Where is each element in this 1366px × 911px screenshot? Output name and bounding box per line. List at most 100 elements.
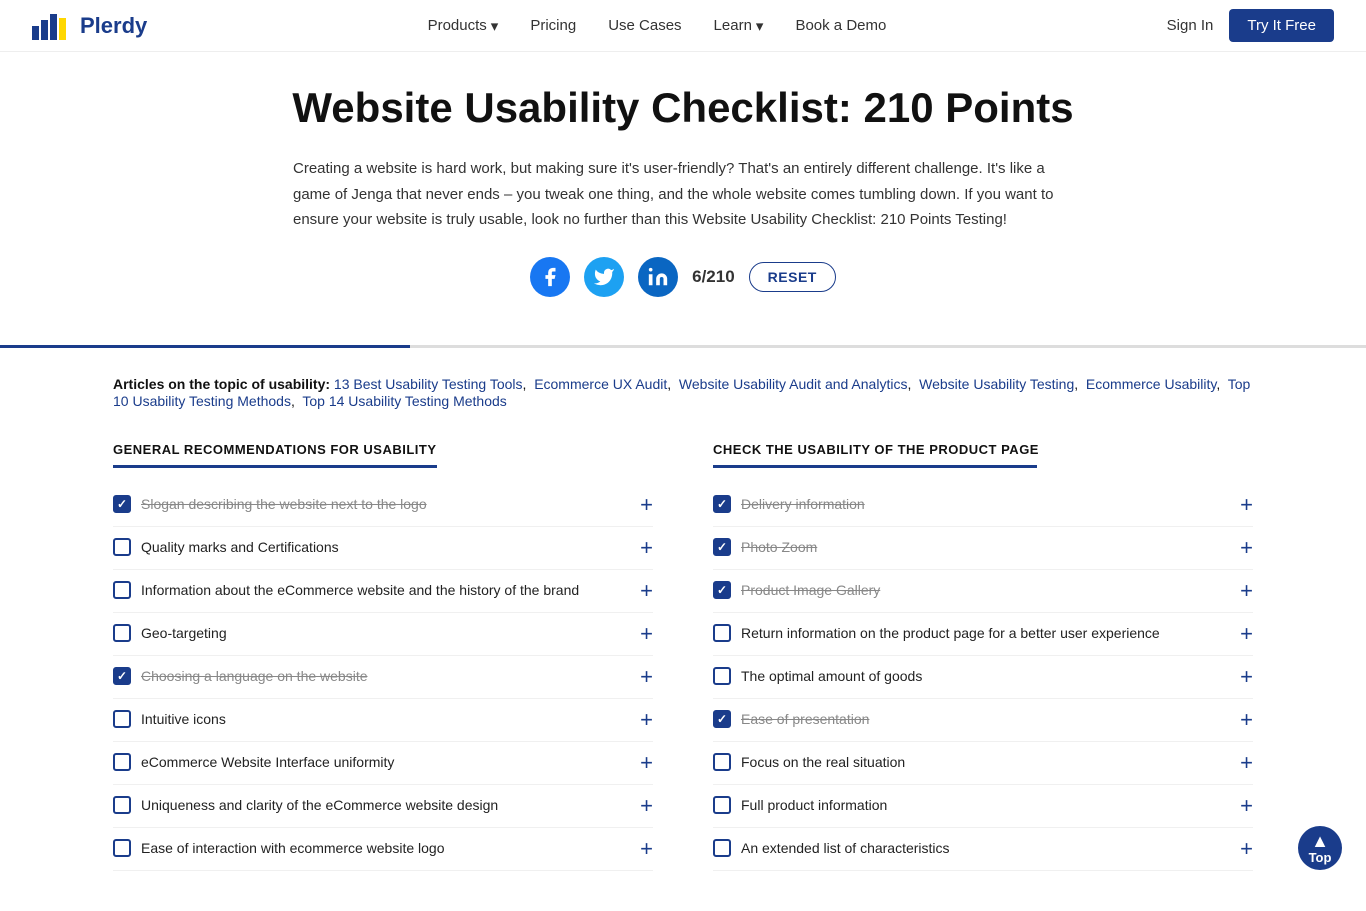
checkbox[interactable] [713,624,731,642]
right-checklist-underline [713,465,1037,468]
item-text: Information about the eCommerce website … [141,580,579,601]
list-item: Uniqueness and clarity of the eCommerce … [113,785,653,828]
list-item: Intuitive icons + [113,699,653,742]
linkedin-icon [647,266,669,288]
expand-button[interactable]: + [640,580,653,602]
checkbox[interactable] [113,495,131,513]
checkbox[interactable] [113,839,131,857]
checkbox[interactable] [713,796,731,814]
left-checklist-underline [113,465,437,468]
checklists-container: GENERAL RECOMMENDATIONS FOR USABILITY Sl… [33,422,1333,911]
item-text: Ease of presentation [741,709,869,730]
checkbox[interactable] [713,753,731,771]
expand-button[interactable]: + [1240,623,1253,645]
progress-counter: 6/210 [692,267,735,287]
list-item: Geo-targeting + [113,613,653,656]
item-text: Intuitive icons [141,709,226,730]
articles-section: Articles on the topic of usability: 13 B… [33,348,1333,422]
item-text: Ease of interaction with ecommerce websi… [141,838,444,859]
expand-button[interactable]: + [640,752,653,774]
list-item: Ease of interaction with ecommerce websi… [113,828,653,871]
nav-use-cases[interactable]: Use Cases [608,17,681,34]
twitter-share-button[interactable] [584,257,624,297]
navbar: Plerdy Products ▾ Pricing Use Cases Lear… [0,0,1366,52]
checkbox[interactable] [113,667,131,685]
item-text: Choosing a language on the website [141,666,368,687]
item-text: Product Image Gallery [741,580,880,601]
checkbox[interactable] [713,495,731,513]
logo[interactable]: Plerdy [32,12,147,40]
nav-products[interactable]: Products ▾ [428,17,499,35]
item-text: An extended list of characteristics [741,838,950,859]
expand-button[interactable]: + [640,494,653,516]
sign-in-link[interactable]: Sign In [1167,17,1214,34]
checkbox[interactable] [713,581,731,599]
logo-text: Plerdy [80,13,147,39]
nav-pricing[interactable]: Pricing [530,17,576,34]
article-link-1[interactable]: Ecommerce UX Audit [534,376,667,392]
checkbox[interactable] [713,538,731,556]
right-checklist-title: CHECK THE USABILITY OF THE PRODUCT PAGE [713,442,1253,457]
expand-button[interactable]: + [1240,580,1253,602]
reset-button[interactable]: RESET [749,262,836,292]
checkbox[interactable] [713,667,731,685]
chevron-down-icon: ▾ [756,17,764,35]
list-item: The optimal amount of goods + [713,656,1253,699]
checkbox[interactable] [113,581,131,599]
expand-button[interactable]: + [640,838,653,860]
checkbox[interactable] [113,796,131,814]
left-checklist-title: GENERAL RECOMMENDATIONS FOR USABILITY [113,442,653,457]
article-link-0[interactable]: 13 Best Usability Testing Tools [334,376,523,392]
facebook-share-button[interactable] [530,257,570,297]
item-text: The optimal amount of goods [741,666,922,687]
logo-icon [32,12,72,40]
list-item: Delivery information+ [713,484,1253,527]
article-link-4[interactable]: Ecommerce Usability [1086,376,1216,392]
expand-button[interactable]: + [1240,838,1253,860]
try-free-button[interactable]: Try It Free [1229,9,1334,42]
nav-learn[interactable]: Learn ▾ [714,17,764,35]
article-link-6[interactable]: Top 14 Usability Testing Methods [302,393,506,409]
expand-button[interactable]: + [640,623,653,645]
checkbox[interactable] [113,710,131,728]
chevron-down-icon: ▾ [491,17,499,35]
checkbox[interactable] [113,624,131,642]
list-item: Photo Zoom + [713,527,1253,570]
twitter-icon [593,266,615,288]
expand-button[interactable]: + [640,666,653,688]
checkbox[interactable] [713,839,731,857]
item-text: Focus on the real situation [741,752,905,773]
list-item: Choosing a language on the website + [113,656,653,699]
expand-button[interactable]: + [1240,709,1253,731]
checkbox[interactable] [713,710,731,728]
item-text: Photo Zoom [741,537,817,558]
list-item: Slogan describing the website next to th… [113,484,653,527]
item-text: Geo-targeting [141,623,227,644]
nav-book-demo[interactable]: Book a Demo [795,17,886,34]
list-item: Product Image Gallery + [713,570,1253,613]
expand-button[interactable]: + [640,709,653,731]
linkedin-share-button[interactable] [638,257,678,297]
left-checklist: GENERAL RECOMMENDATIONS FOR USABILITY Sl… [113,442,653,871]
expand-button[interactable]: + [640,795,653,817]
checkbox[interactable] [113,538,131,556]
page-title: Website Usability Checklist: 210 Points [213,84,1153,132]
expand-button[interactable]: + [1240,537,1253,559]
expand-button[interactable]: + [1240,752,1253,774]
articles-label: Articles on the topic of usability: 13 B… [113,376,1250,409]
list-item: Ease of presentation + [713,699,1253,742]
item-text: Slogan describing the website next to th… [141,494,427,515]
article-link-3[interactable]: Website Usability Testing [919,376,1074,392]
expand-button[interactable]: + [1240,494,1253,516]
item-text: Quality marks and Certifications [141,537,339,558]
expand-button[interactable]: + [1240,666,1253,688]
list-item: Focus on the real situation + [713,742,1253,785]
article-link-2[interactable]: Website Usability Audit and Analytics [679,376,908,392]
checkbox[interactable] [113,753,131,771]
item-text: Uniqueness and clarity of the eCommerce … [141,795,498,816]
expand-button[interactable]: + [1240,795,1253,817]
expand-button[interactable]: + [640,537,653,559]
scroll-to-top-button[interactable]: ▲ Top [1298,826,1342,870]
list-item: eCommerce Website Interface uniformity+ [113,742,653,785]
list-item: An extended list of characteristics + [713,828,1253,871]
